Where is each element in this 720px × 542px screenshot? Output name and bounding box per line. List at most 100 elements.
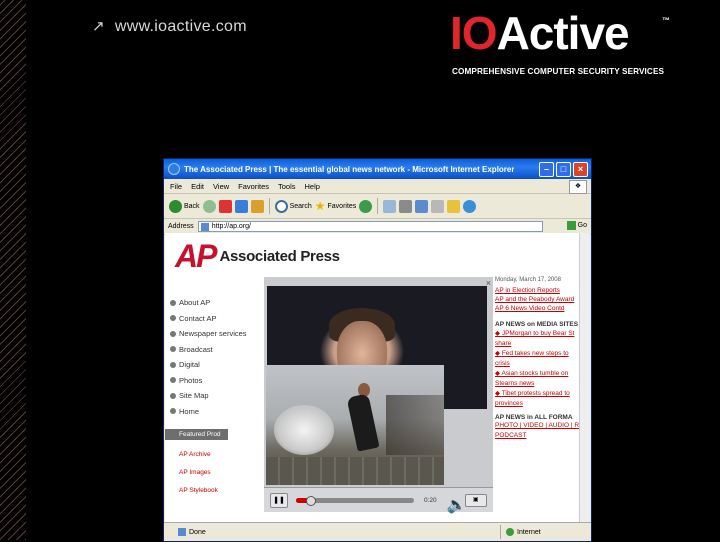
news-text: crisis bbox=[495, 360, 510, 367]
close-button[interactable]: × bbox=[573, 162, 588, 177]
overlay-close-icon[interactable]: × bbox=[486, 278, 491, 288]
nav-label: Site Map bbox=[179, 391, 209, 401]
forward-button[interactable] bbox=[202, 199, 216, 213]
minimize-button[interactable]: – bbox=[539, 162, 554, 177]
menu-view[interactable]: View bbox=[213, 182, 229, 191]
news-text: Tibet protests spread to bbox=[501, 390, 570, 397]
nav-item-home[interactable]: Home bbox=[170, 404, 247, 420]
page-icon bbox=[200, 222, 209, 231]
pause-button[interactable]: ❚❚ bbox=[270, 492, 288, 508]
news-item[interactable]: share bbox=[495, 339, 590, 349]
mail-icon bbox=[383, 199, 397, 213]
folder-button[interactable] bbox=[447, 199, 461, 213]
progress-bar[interactable] bbox=[296, 495, 414, 506]
nav-label: Newspaper services bbox=[179, 329, 247, 339]
menu-favorites[interactable]: Favorites bbox=[238, 182, 269, 191]
news-item[interactable]: ◆ JPMorgan to buy Bear St bbox=[495, 329, 590, 339]
logo-wordmark: IOActive bbox=[450, 7, 630, 59]
history-icon bbox=[359, 199, 373, 213]
nav-label: About AP bbox=[179, 298, 211, 308]
window-title: The Associated Press | The essential glo… bbox=[184, 164, 515, 174]
nav-item-about[interactable]: About AP bbox=[170, 295, 247, 311]
search-button[interactable]: Search bbox=[274, 199, 312, 213]
news-item[interactable]: ◆ Asian stocks tumble on bbox=[495, 369, 590, 379]
media-sites-heading: AP NEWS on MEDIA SITES bbox=[495, 321, 579, 328]
bullet-icon: ◆ bbox=[495, 330, 500, 337]
ap-logo-mark: AP bbox=[175, 238, 217, 274]
slide-left-hatch bbox=[0, 0, 26, 540]
featured-link-images[interactable]: AP Images bbox=[165, 469, 228, 476]
messenger-button[interactable] bbox=[463, 199, 477, 213]
featured-link-stylebook[interactable]: AP Stylebook bbox=[165, 487, 228, 494]
ioactive-logo: IOActive ™ COMPREHENSIVE COMPUTER SECURI… bbox=[450, 10, 670, 80]
nav-item-contact[interactable]: Contact AP bbox=[170, 311, 247, 327]
menu-tools[interactable]: Tools bbox=[278, 182, 296, 191]
page-status-icon bbox=[178, 528, 186, 536]
news-item[interactable]: ◆ Tibet protests spread to bbox=[495, 389, 590, 399]
bullet-icon bbox=[170, 361, 176, 368]
nav-item-sitemap[interactable]: Site Map bbox=[170, 388, 247, 404]
fullscreen-button[interactable]: ▣ bbox=[464, 493, 487, 507]
news-item[interactable]: provinces bbox=[495, 399, 590, 409]
nav-item-newspaper[interactable]: Newspaper services bbox=[170, 326, 247, 342]
edit-button[interactable] bbox=[415, 199, 429, 213]
back-button[interactable]: Back bbox=[169, 199, 200, 213]
address-value: http://ap.org/ bbox=[211, 223, 251, 230]
refresh-button[interactable] bbox=[234, 199, 248, 213]
news-photo bbox=[266, 365, 444, 485]
ap-nav: About AP Contact AP Newspaper services B… bbox=[170, 295, 247, 419]
maximize-button[interactable]: □ bbox=[556, 162, 571, 177]
zone-text: Internet bbox=[517, 528, 541, 536]
nav-label: Home bbox=[179, 406, 200, 416]
nav-item-digital[interactable]: Digital bbox=[170, 357, 247, 373]
stop-button[interactable] bbox=[218, 199, 232, 213]
page-date: Monday, March 17, 2008 bbox=[495, 277, 561, 283]
top-link[interactable]: AP and the Peabody Award bbox=[495, 296, 590, 303]
all-formats-heading: AP NEWS in ALL FORMA bbox=[495, 414, 573, 421]
go-label: Go bbox=[577, 222, 587, 229]
window-titlebar[interactable]: The Associated Press | The essential glo… bbox=[164, 159, 591, 179]
featured-products: Featured Prod AP Archive AP Images AP St… bbox=[165, 429, 228, 522]
nav-item-broadcast[interactable]: Broadcast bbox=[170, 342, 247, 358]
folder-icon bbox=[447, 199, 461, 213]
bullet-icon bbox=[170, 315, 176, 322]
ie-window: The Associated Press | The essential glo… bbox=[163, 158, 592, 542]
progress-knob[interactable] bbox=[306, 495, 317, 506]
top-link[interactable]: AP in Election Reports bbox=[495, 287, 590, 294]
edit-icon bbox=[415, 199, 429, 213]
timecode: 0:20 bbox=[424, 496, 437, 504]
menu-edit[interactable]: Edit bbox=[191, 182, 204, 191]
toolbar-separator bbox=[377, 198, 379, 214]
arrow-icon: ↗ bbox=[92, 18, 105, 35]
favorites-button[interactable]: ★ Favorites bbox=[315, 199, 357, 213]
menu-file[interactable]: File bbox=[170, 182, 182, 191]
standard-toolbar: Back Search ★ Favorites bbox=[164, 194, 591, 219]
print-button[interactable] bbox=[399, 199, 413, 213]
toolbar-separator bbox=[268, 198, 270, 214]
volume-icon[interactable]: 🔈 bbox=[447, 495, 467, 514]
news-item[interactable]: ◆ Fed takes new steps to bbox=[495, 349, 590, 359]
bullet-icon bbox=[170, 346, 176, 353]
news-item[interactable]: crisis bbox=[495, 359, 590, 369]
print-icon bbox=[399, 199, 413, 213]
go-button[interactable]: Go bbox=[566, 221, 587, 230]
ap-logo[interactable]: AP Associated Press bbox=[175, 238, 340, 274]
logo-tagline: COMPREHENSIVE COMPUTER SECURITY SERVICES bbox=[452, 67, 665, 76]
news-item[interactable]: Stearns news bbox=[495, 379, 590, 389]
nav-item-photos[interactable]: Photos bbox=[170, 373, 247, 389]
address-label: Address bbox=[168, 223, 194, 230]
home-button[interactable] bbox=[250, 199, 264, 213]
featured-link-archive[interactable]: AP Archive bbox=[165, 451, 228, 458]
formats-links[interactable]: PHOTO | VIDEO | AUDIO | RS bbox=[495, 421, 590, 431]
mail-button[interactable] bbox=[383, 199, 397, 213]
news-text: Fed takes new steps to bbox=[501, 350, 569, 357]
address-input[interactable]: http://ap.org/ bbox=[197, 221, 543, 232]
podcast-link[interactable]: PODCAST bbox=[495, 431, 590, 441]
history-button[interactable] bbox=[359, 199, 373, 213]
vertical-scrollbar[interactable] bbox=[579, 233, 590, 522]
menu-help[interactable]: Help bbox=[305, 182, 320, 191]
video-player-overlay[interactable]: × ❚❚ 0:20 🔈 ▣ bbox=[264, 277, 493, 514]
news-text: provinces bbox=[495, 400, 523, 407]
discuss-button[interactable] bbox=[431, 199, 445, 213]
top-link[interactable]: AP 6 News Video Contd bbox=[495, 305, 590, 312]
